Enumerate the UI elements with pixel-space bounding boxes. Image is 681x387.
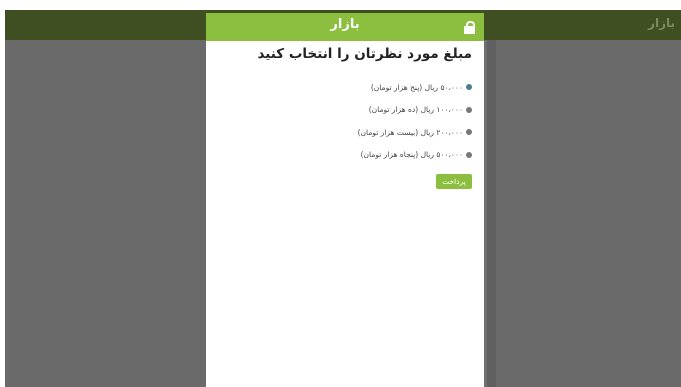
radio-icon[interactable] [466, 106, 472, 113]
amount-option-3[interactable]: ۲۰۰،۰۰۰ ریال (بیست هزار تومان) [358, 121, 472, 144]
modal-header: بازار [206, 13, 484, 41]
brand-logo: بازار [330, 17, 360, 32]
amount-option-1[interactable]: ۵۰،۰۰۰ ریال (پنج هزار تومان) [358, 76, 472, 99]
amount-option-label: ۵۰،۰۰۰ ریال (پنج هزار تومان) [370, 82, 463, 92]
radio-selected-icon[interactable] [466, 84, 472, 91]
amount-option-label: ۱۰۰،۰۰۰ ریال (ده هزار تومان) [368, 105, 463, 115]
payment-modal: بازار مبلغ مورد نظرتان را انتخاب کنید ۵۰… [206, 13, 484, 387]
radio-icon[interactable] [466, 151, 472, 158]
background-logo: بازار [648, 16, 675, 30]
radio-icon[interactable] [466, 129, 472, 136]
amount-options: ۵۰،۰۰۰ ریال (پنج هزار تومان) ۱۰۰،۰۰۰ ریا… [358, 76, 472, 166]
amount-option-2[interactable]: ۱۰۰،۰۰۰ ریال (ده هزار تومان) [358, 99, 472, 122]
amount-option-label: ۵۰۰،۰۰۰ ریال (پنجاه هزار تومان) [360, 150, 463, 160]
modal-title: مبلغ مورد نظرتان را انتخاب کنید [257, 46, 472, 62]
background-left-panel [5, 40, 206, 387]
lock-icon [464, 21, 475, 34]
amount-option-label: ۲۰۰،۰۰۰ ریال (بیست هزار تومان) [357, 127, 463, 137]
background-right-panel [496, 40, 681, 387]
amount-option-4[interactable]: ۵۰۰،۰۰۰ ریال (پنجاه هزار تومان) [358, 144, 472, 167]
pay-button[interactable]: پرداخت [436, 174, 472, 189]
background-right-strip [487, 40, 496, 387]
